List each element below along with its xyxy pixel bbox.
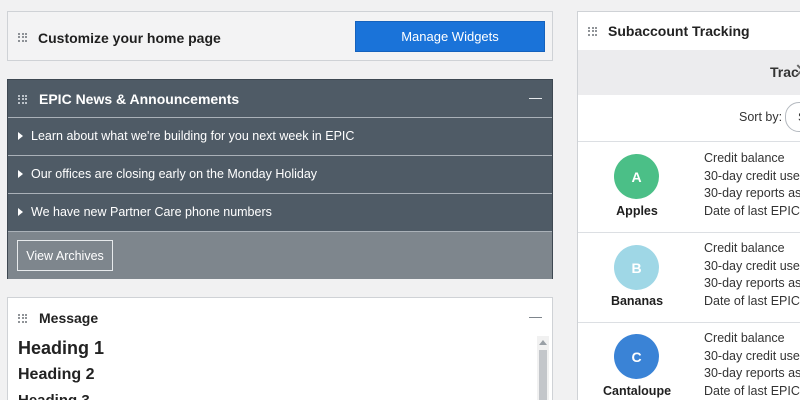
account-avatar: C bbox=[614, 334, 659, 379]
view-archives-button[interactable]: View Archives bbox=[17, 240, 113, 271]
stat-last-date: Date of last EPIC I bbox=[704, 294, 800, 309]
stat-last-date: Date of last EPIC I bbox=[704, 204, 800, 219]
subaccount-widget: Subaccount Tracking Trac Sort by: S A Ap… bbox=[577, 11, 800, 400]
stat-reports: 30-day reports as bbox=[704, 276, 800, 291]
sort-bar: Sort by: S bbox=[578, 95, 800, 142]
account-card[interactable]: A Apples Credit balance 30-day credit us… bbox=[578, 143, 800, 233]
message-heading-2: Heading 2 bbox=[18, 366, 95, 383]
sort-select[interactable]: S bbox=[785, 102, 800, 132]
stat-credit-use: 30-day credit use bbox=[704, 168, 800, 183]
stat-credit-use: 30-day credit use bbox=[704, 258, 800, 273]
scroll-up-arrow-icon[interactable] bbox=[539, 340, 547, 345]
customize-title: Customize your home page bbox=[38, 30, 221, 46]
news-widget: EPIC News & Announcements Learn about wh… bbox=[7, 79, 553, 279]
stat-reports: 30-day reports as bbox=[704, 366, 800, 381]
drag-handle-icon[interactable] bbox=[18, 32, 28, 42]
account-stats: Credit balance 30-day credit use 30-day … bbox=[704, 150, 800, 221]
message-heading-3: Heading 3 bbox=[18, 392, 90, 400]
news-item[interactable]: We have new Partner Care phone numbers bbox=[8, 193, 552, 230]
news-item-label: We have new Partner Care phone numbers bbox=[31, 205, 272, 219]
news-item-label: Learn about what we're building for you … bbox=[31, 129, 355, 143]
account-name: Bananas bbox=[610, 294, 664, 308]
account-name: Apples bbox=[616, 204, 658, 218]
message-scrollbar[interactable] bbox=[537, 336, 549, 400]
stat-credit-use: 30-day credit use bbox=[704, 348, 800, 363]
news-header: EPIC News & Announcements bbox=[8, 80, 552, 118]
tracking-band: Trac bbox=[578, 50, 800, 95]
account-card[interactable]: C Cantaloupe Credit balance 30-day credi… bbox=[578, 323, 800, 400]
message-widget: Message Heading 1 Heading 2 Heading 3 bbox=[7, 297, 553, 400]
account-avatar: B bbox=[614, 245, 659, 290]
message-title: Message bbox=[39, 310, 99, 326]
scrollbar-thumb[interactable] bbox=[539, 350, 547, 400]
account-card[interactable]: B Bananas Credit balance 30-day credit u… bbox=[578, 233, 800, 323]
account-stats: Credit balance 30-day credit use 30-day … bbox=[704, 240, 800, 311]
drag-handle-icon[interactable] bbox=[588, 26, 598, 36]
collapse-icon[interactable] bbox=[529, 317, 542, 318]
account-avatar: A bbox=[614, 154, 659, 199]
stat-credit-balance: Credit balance bbox=[704, 241, 785, 255]
caret-right-icon bbox=[18, 132, 23, 140]
news-item-label: Our offices are closing early on the Mon… bbox=[31, 167, 318, 181]
subaccount-title: Subaccount Tracking bbox=[608, 23, 750, 39]
sort-label: Sort by: bbox=[739, 110, 783, 124]
account-stats: Credit balance 30-day credit use 30-day … bbox=[704, 330, 800, 400]
caret-right-icon bbox=[18, 208, 23, 216]
caret-right-icon bbox=[18, 170, 23, 178]
news-item[interactable]: Learn about what we're building for you … bbox=[8, 117, 552, 154]
news-item[interactable]: Our offices are closing early on the Mon… bbox=[8, 155, 552, 192]
stat-reports: 30-day reports as bbox=[704, 186, 800, 201]
news-title: EPIC News & Announcements bbox=[39, 91, 240, 107]
drag-handle-icon[interactable] bbox=[18, 94, 28, 104]
manage-widgets-button[interactable]: Manage Widgets bbox=[355, 21, 545, 52]
message-heading-1: Heading 1 bbox=[18, 338, 105, 358]
drag-handle-icon[interactable] bbox=[18, 313, 28, 323]
news-footer: View Archives bbox=[8, 231, 552, 279]
stat-last-date: Date of last EPIC I bbox=[704, 384, 800, 399]
account-name: Cantaloupe bbox=[602, 384, 672, 398]
subaccount-header: Subaccount Tracking bbox=[578, 12, 800, 50]
customize-home-panel: Customize your home page Manage Widgets bbox=[7, 11, 553, 61]
collapse-icon[interactable] bbox=[529, 98, 542, 99]
stat-credit-balance: Credit balance bbox=[704, 151, 785, 165]
stat-credit-balance: Credit balance bbox=[704, 331, 785, 345]
